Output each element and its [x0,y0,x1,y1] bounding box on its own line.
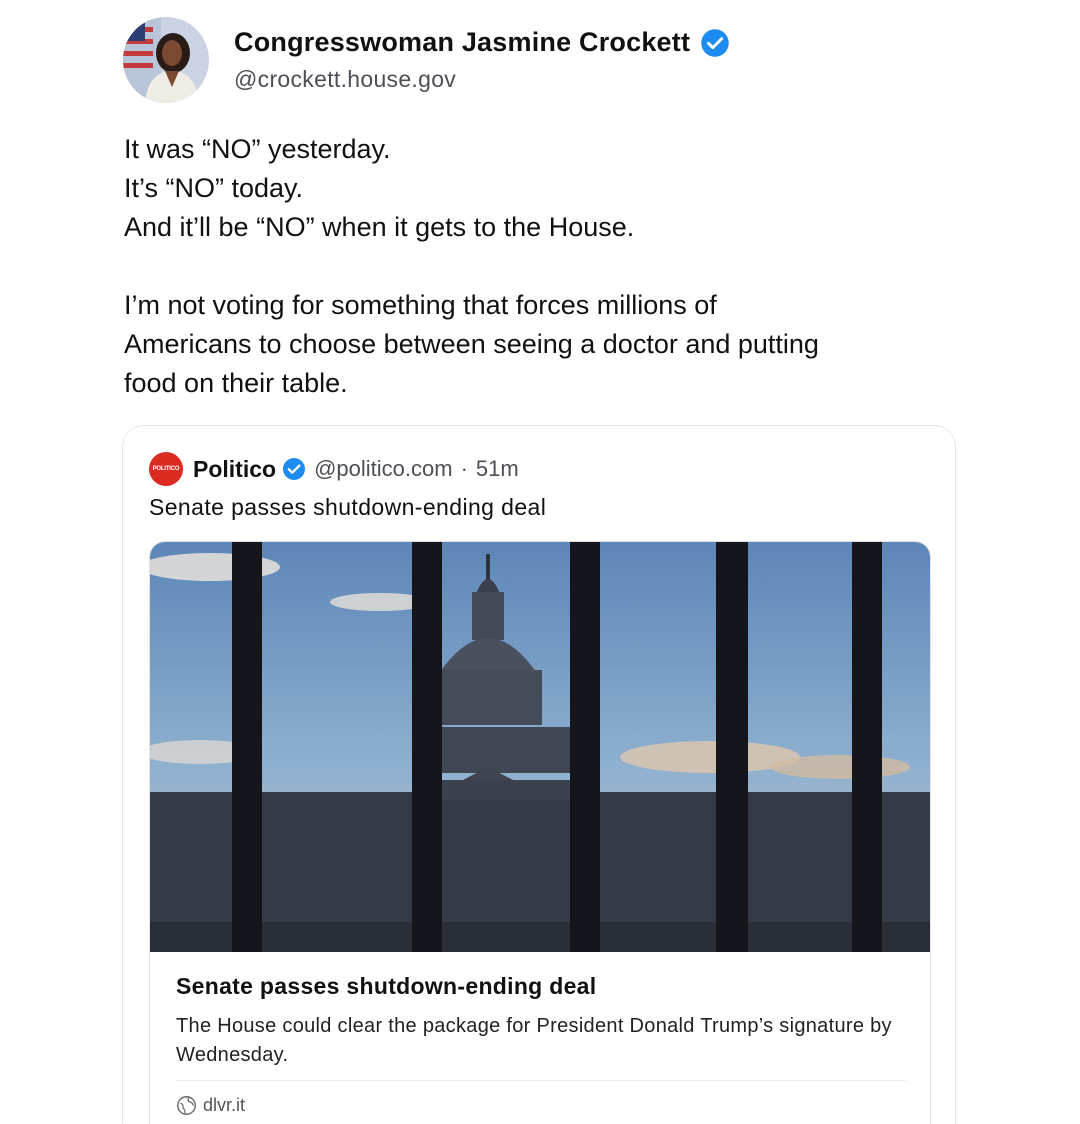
post-line: It was “NO” yesterday. [124,134,391,164]
card-source[interactable]: dlvr.it [176,1095,245,1116]
card-title: Senate passes shutdown-ending deal [176,973,597,999]
post-text: It was “NO” yesterday. It’s “NO” today. … [124,130,984,403]
author-name-text: Congresswoman Jasmine Crockett [234,27,691,57]
author-name[interactable]: Congresswoman Jasmine Crockett [234,27,730,58]
quoted-post-time[interactable]: 51m [476,456,519,482]
post-line: It’s “NO” today. [124,173,304,203]
card-divider [176,1080,906,1081]
author-handle[interactable]: @crockett.house.gov [234,66,456,93]
post-line: And it’ll be “NO” when it gets to the Ho… [124,212,635,242]
separator-dot: · [460,456,468,481]
quoted-post-header: POLITICO Politico @politico.com · 51m [149,452,519,486]
post-line: Americans to choose between seeing a doc… [124,329,819,359]
quoted-post[interactable]: POLITICO Politico @politico.com · 51m Se… [122,425,956,1124]
politico-logo[interactable]: POLITICO [149,452,183,486]
link-card[interactable]: Senate passes shutdown-ending deal The H… [149,541,931,1124]
verified-badge-icon [283,458,306,480]
card-source-domain: dlvr.it [203,1095,246,1115]
avatar-photo [123,17,209,103]
author-avatar[interactable] [123,17,209,103]
us-capitol-behind-fence-photo [150,542,930,952]
verified-badge-icon [701,28,729,57]
post-line: food on their table. [124,368,348,398]
quoted-author-name[interactable]: Politico [193,456,276,483]
quoted-author-handle[interactable]: @politico.com [314,456,453,482]
quoted-post-text: Senate passes shutdown-ending deal [149,494,547,520]
post-line: I’m not voting for something that forces… [124,290,717,320]
globe-icon [177,1096,196,1115]
card-description: The House could clear the package for Pr… [176,1015,892,1066]
